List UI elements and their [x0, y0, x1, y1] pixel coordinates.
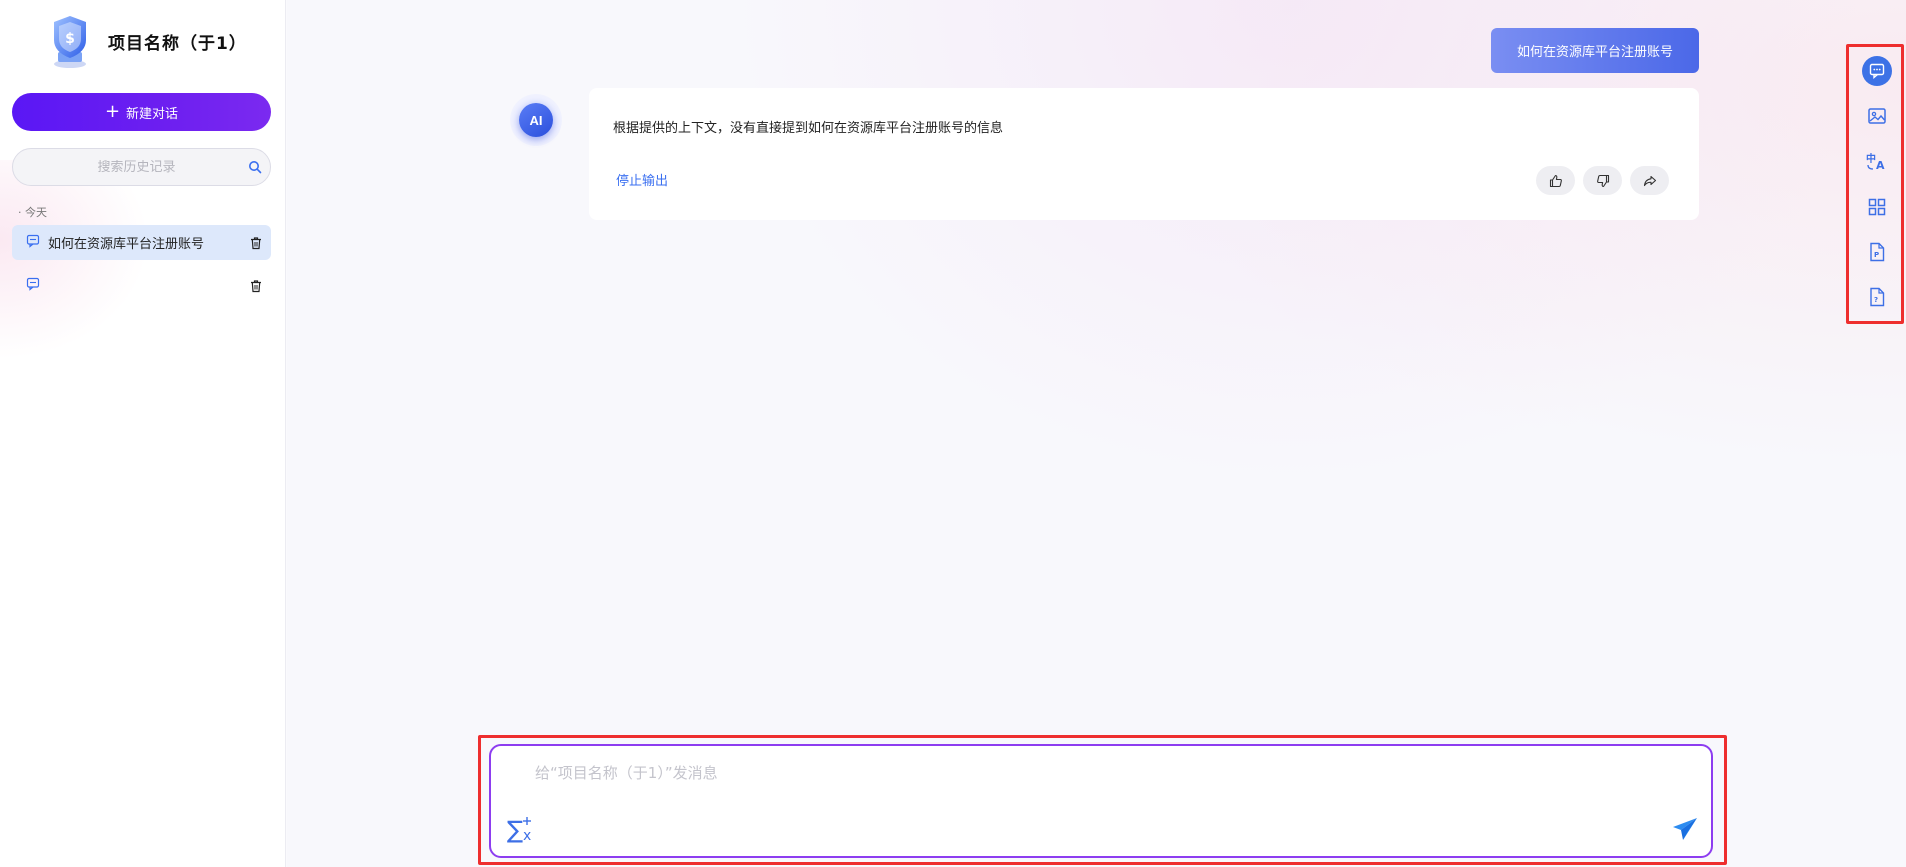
stop-output-link[interactable]: 停止输出 — [616, 170, 668, 189]
ppt-file-icon[interactable]: P — [1863, 238, 1891, 266]
brand: $ 项目名称（于1） — [44, 12, 247, 70]
svg-text:x: x — [523, 828, 531, 844]
search-icon[interactable] — [240, 160, 270, 174]
svg-text:P: P — [1874, 251, 1879, 259]
send-icon[interactable] — [1671, 816, 1701, 844]
right-toolbar: 中A P ? — [1846, 44, 1904, 324]
translate-icon[interactable]: 中A — [1863, 147, 1891, 175]
composer: ∑ x — [489, 744, 1713, 858]
history-item[interactable] — [12, 268, 271, 303]
svg-text:∑: ∑ — [507, 816, 523, 844]
message-input[interactable] — [535, 762, 1635, 790]
history-search — [12, 148, 271, 186]
thumbs-up-icon[interactable] — [1536, 166, 1575, 195]
plus-icon: + — [104, 101, 121, 122]
user-message-bubble: 如何在资源库平台注册账号 — [1491, 28, 1699, 73]
composer-highlight: ∑ x — [478, 735, 1727, 865]
svg-text:?: ? — [1874, 296, 1878, 304]
help-file-icon[interactable]: ? — [1863, 283, 1891, 311]
sidebar: $ 项目名称（于1） + 新建对话 · 今天 如何在资源库平台注册账号 — [0, 0, 286, 867]
image-icon[interactable] — [1863, 102, 1891, 130]
app-title: 项目名称（于1） — [108, 33, 247, 54]
new-chat-label: 新建对话 — [126, 106, 179, 122]
new-chat-button[interactable]: + 新建对话 — [12, 93, 271, 131]
thumbs-down-icon[interactable] — [1583, 166, 1622, 195]
ai-message-text: 根据提供的上下文，没有直接提到如何在资源库平台注册账号的信息 — [613, 121, 1004, 136]
ai-message-card: 根据提供的上下文，没有直接提到如何在资源库平台注册账号的信息 停止输出 — [589, 88, 1699, 220]
history-item-label: 如何在资源库平台注册账号 — [48, 237, 205, 252]
history-item[interactable]: 如何在资源库平台注册账号 — [12, 225, 271, 260]
svg-text:A: A — [1876, 159, 1885, 171]
trash-icon[interactable] — [241, 279, 271, 293]
shield-logo-icon: $ — [44, 12, 96, 70]
svg-text:中: 中 — [1866, 152, 1876, 165]
chat-icon[interactable] — [1862, 56, 1892, 86]
history-group-label: · 今天 — [18, 206, 47, 219]
trash-icon[interactable] — [241, 236, 271, 250]
formula-icon[interactable]: ∑ x — [507, 812, 537, 844]
history-search-input[interactable] — [13, 159, 240, 175]
ai-avatar-label: AI — [519, 103, 553, 137]
grid-apps-icon[interactable] — [1863, 193, 1891, 221]
chat-bubble-icon — [26, 233, 40, 252]
share-icon[interactable] — [1630, 166, 1669, 195]
message-actions — [1536, 166, 1669, 195]
chat-bubble-icon — [26, 276, 40, 295]
svg-text:$: $ — [65, 31, 75, 47]
ai-avatar: AI — [510, 94, 562, 146]
